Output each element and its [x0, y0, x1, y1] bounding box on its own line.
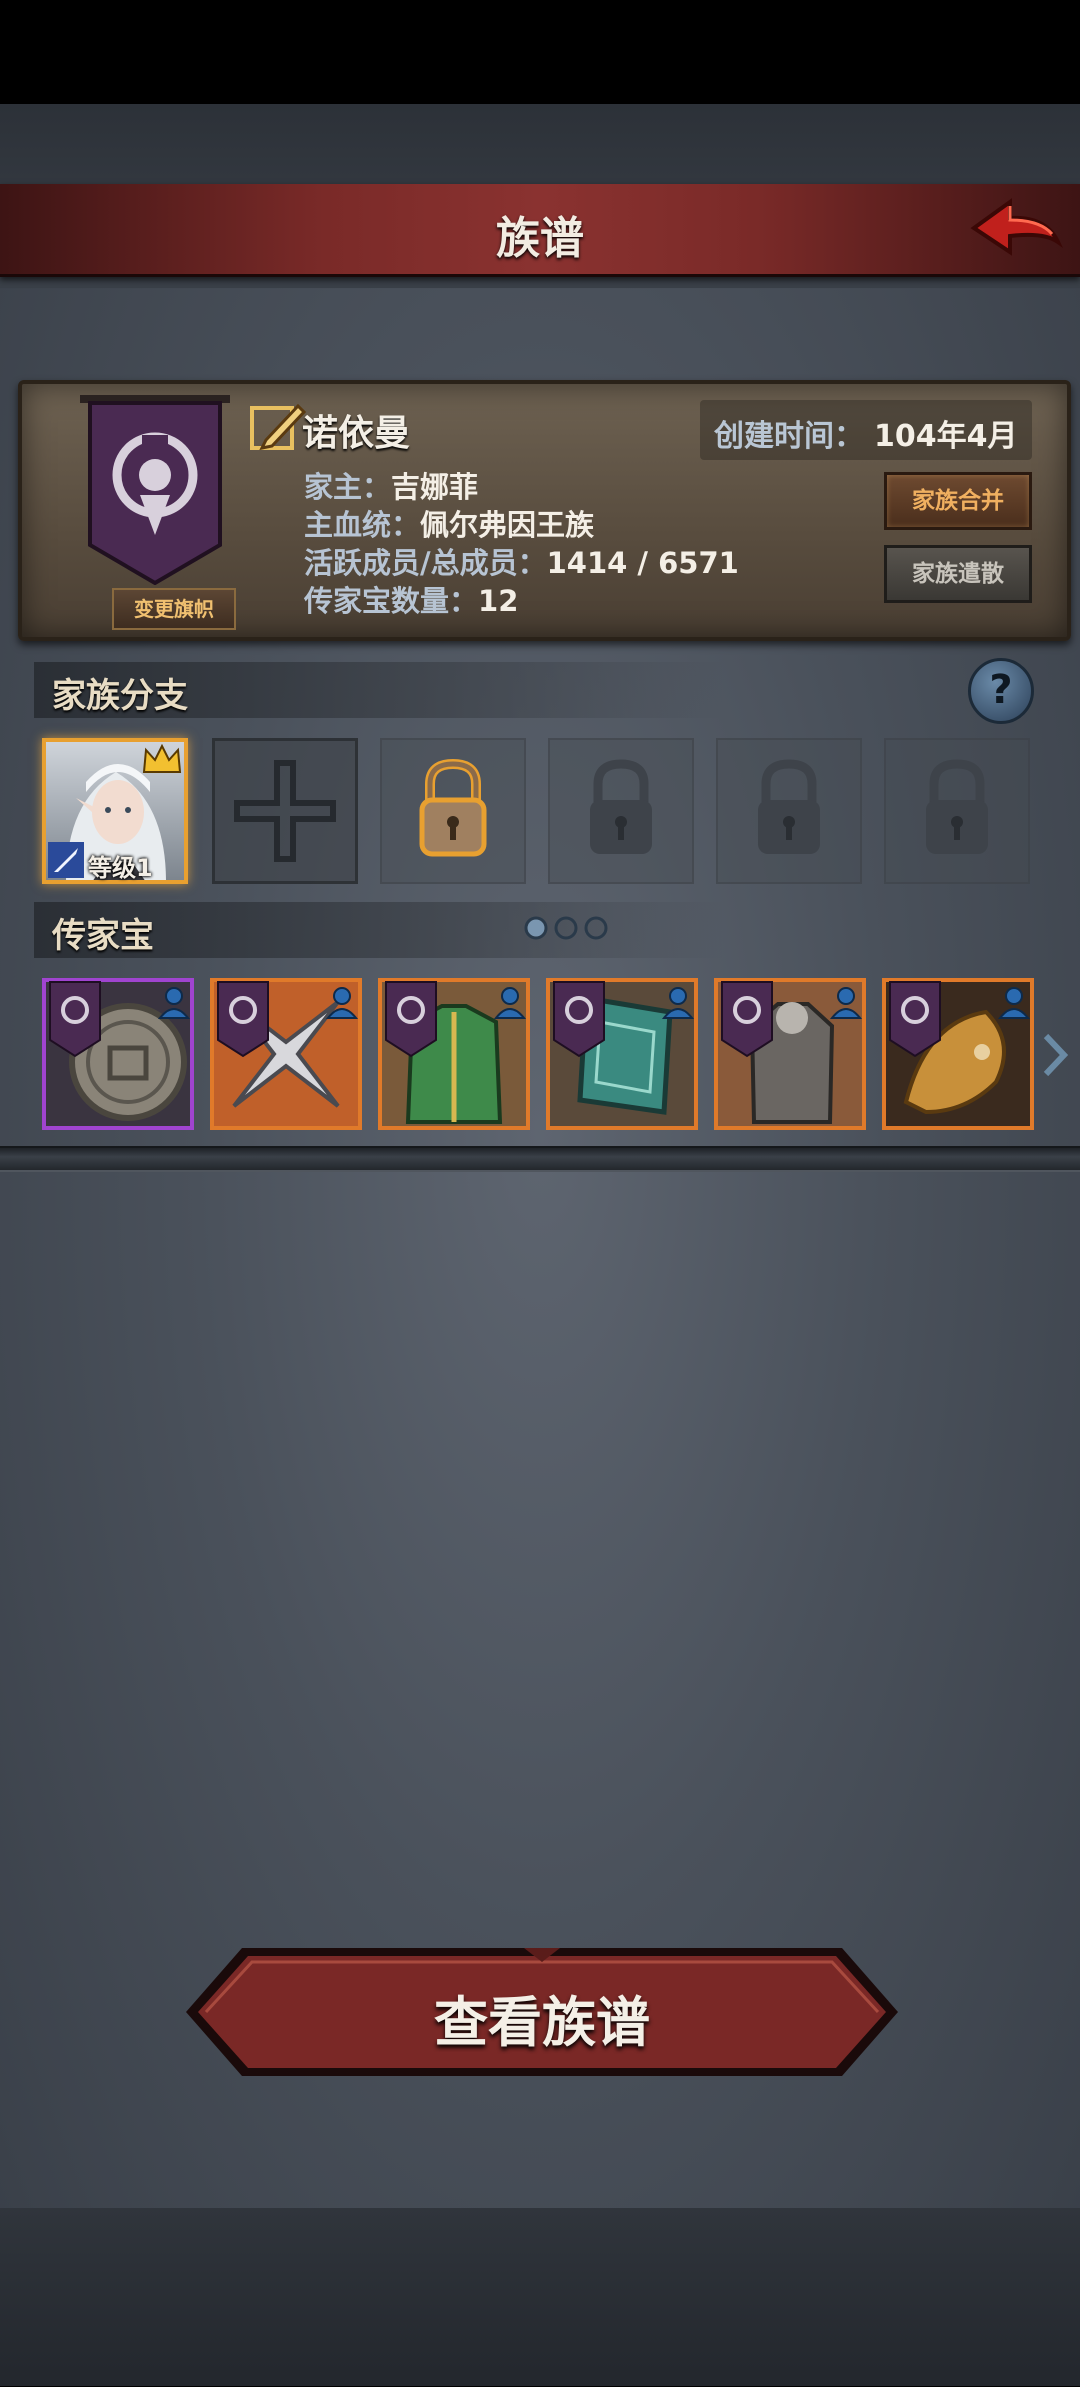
cross-emblem-icon: [234, 760, 336, 862]
members-label: 活跃成员/总成员：: [304, 546, 547, 580]
help-button[interactable]: ?: [968, 658, 1034, 724]
merge-clan-button[interactable]: 家族合并: [884, 472, 1032, 530]
clan-name: 诺依曼: [302, 413, 411, 454]
bloodline-label: 主血统：: [304, 508, 421, 542]
lock-icon: [926, 759, 988, 854]
back-arrow-icon[interactable]: [966, 194, 1066, 264]
edit-name-icon[interactable]: [248, 398, 306, 456]
heirloom-count-row: 传家宝数量：12: [304, 578, 518, 620]
bloodline-row: 主血统：佩尔弗因王族: [304, 502, 594, 544]
leader-row: 家主：吉娜菲: [304, 464, 478, 506]
lock-icon: [590, 759, 652, 854]
heirloom-count-label: 传家宝数量：: [304, 584, 479, 618]
change-banner-button[interactable]: 变更旗帜: [112, 588, 236, 630]
created-time-label: 创建时间：: [714, 419, 864, 454]
gold-lock-icon: [419, 758, 487, 857]
hero-level: 等级1: [88, 854, 153, 882]
clan-banner-icon[interactable]: [80, 395, 230, 585]
page-title: 族谱: [496, 213, 584, 264]
section-divider: [0, 1146, 1080, 1172]
heirloom-clan-tags: [49, 981, 1031, 1058]
chevron-right-icon[interactable]: [1040, 1030, 1070, 1080]
branch-slot-locked[interactable]: [548, 738, 694, 884]
branch-slot-locked[interactable]: [884, 738, 1030, 884]
heirlooms-title: 传家宝: [52, 916, 154, 956]
branch-slot-empty[interactable]: [212, 738, 358, 884]
bloodline-value: 佩尔弗因王族: [420, 508, 595, 542]
members-row: 活跃成员/总成员：1414 / 6571: [304, 540, 739, 582]
leader-value: 吉娜菲: [391, 470, 479, 504]
leader-label: 家主：: [304, 470, 392, 504]
branch-slot-locked[interactable]: [716, 738, 862, 884]
view-family-tree-label: 查看族谱: [434, 1991, 650, 2054]
title-bar: 族谱: [0, 184, 1080, 277]
branches-title: 家族分支: [52, 676, 188, 716]
created-time-value: 104年4月: [874, 419, 1018, 454]
heirloom-count-value: 12: [478, 584, 519, 618]
dissolve-clan-button[interactable]: 家族遣散: [884, 545, 1032, 603]
sword-class-icon: [48, 842, 84, 878]
crown-icon: [142, 744, 182, 773]
lock-icon: [758, 759, 820, 854]
bottom-background: [0, 2208, 1080, 2386]
branch-slot-unlockable[interactable]: [380, 738, 526, 884]
page-dots-indicator: [524, 916, 608, 940]
members-value: 1414 / 6571: [546, 546, 739, 580]
